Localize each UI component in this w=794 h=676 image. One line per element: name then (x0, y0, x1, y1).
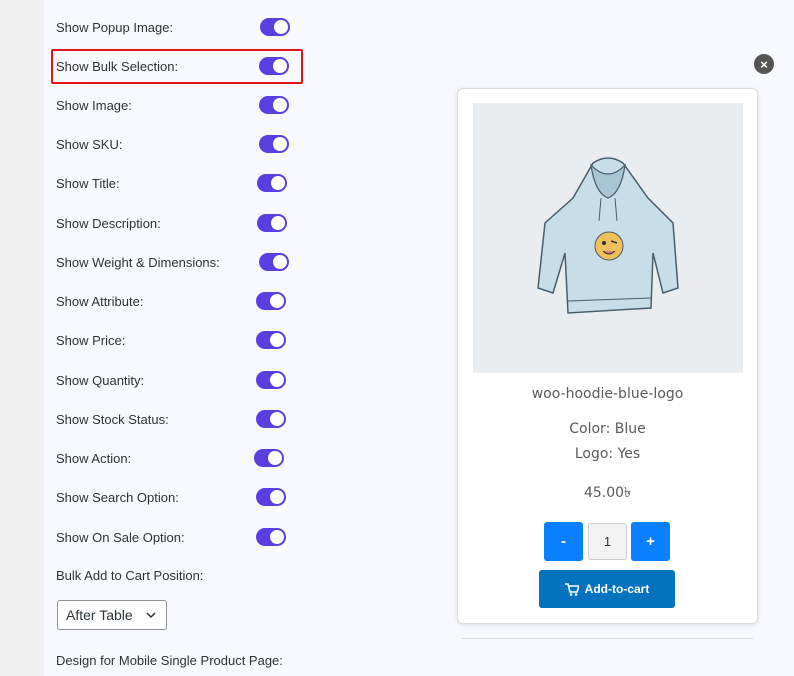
setting-row: Show SKU: (56, 134, 122, 154)
cart-icon (564, 582, 579, 596)
chevron-down-icon (146, 612, 156, 619)
setting-row: Show Quantity: (56, 370, 144, 390)
setting-row: Show Description: (56, 213, 161, 233)
toggle-switch[interactable] (256, 292, 286, 310)
setting-label: Show Stock Status: (56, 411, 169, 427)
toggle-switch[interactable] (259, 253, 289, 271)
setting-row: Show Stock Status: (56, 409, 169, 429)
setting-row: Show Action: (56, 448, 131, 468)
bulk-position-value: After Table (66, 607, 133, 623)
toggle-switch[interactable] (259, 96, 289, 114)
attribute-logo: Logo: Yes (574, 446, 641, 462)
toggle-switch[interactable] (256, 528, 286, 546)
attribute-color: Color: Blue (569, 421, 646, 437)
setting-label: Show Search Option: (56, 489, 179, 505)
setting-label: Show Attribute: (56, 293, 144, 309)
toggle-switch[interactable] (256, 410, 286, 428)
product-image (473, 103, 743, 373)
setting-row: Show On Sale Option: (56, 527, 185, 547)
product-price: 45.00৳ (583, 485, 632, 501)
setting-label: Show Weight & Dimensions: (56, 254, 220, 270)
product-title: woo-hoodie-blue-logo (531, 386, 684, 402)
divider (462, 638, 753, 639)
toggle-switch[interactable] (257, 214, 287, 232)
setting-row: Show Search Option: (56, 487, 179, 507)
close-icon[interactable]: × (754, 54, 774, 74)
qty-plus-button[interactable]: + (631, 522, 670, 561)
setting-label: Show Action: (56, 450, 132, 466)
setting-row: Show Popup Image: (56, 17, 173, 37)
setting-label: Show Image: (56, 97, 132, 113)
setting-label: Show SKU: (56, 136, 123, 152)
toggle-switch[interactable] (256, 371, 286, 389)
setting-label: Show Price: (56, 332, 126, 348)
toggle-switch[interactable] (257, 174, 287, 192)
setting-label: Show Description: (56, 215, 161, 231)
qty-input[interactable]: 1 (588, 523, 627, 560)
toggle-switch[interactable] (256, 331, 286, 349)
bulk-position-select[interactable]: After Table (57, 600, 167, 630)
bulk-position-label: Bulk Add to Cart Position: (56, 568, 204, 583)
mobile-design-label: Design for Mobile Single Product Page: (56, 653, 283, 668)
setting-row: Show Title: (56, 173, 120, 193)
setting-label: Show Quantity: (56, 372, 145, 388)
toggle-switch[interactable] (259, 135, 289, 153)
add-to-cart-label: Add-to-cart (584, 582, 650, 596)
toggle-switch[interactable] (256, 488, 286, 506)
setting-row: Show Attribute: (56, 291, 143, 311)
toggle-switch[interactable] (254, 449, 284, 467)
setting-row: Show Weight & Dimensions: (56, 252, 220, 272)
highlight-box (51, 49, 303, 84)
setting-label: Show Title: (56, 175, 120, 191)
setting-label: Show On Sale Option: (56, 529, 185, 545)
setting-label: Show Popup Image: (56, 19, 174, 35)
toggle-switch[interactable] (260, 18, 290, 36)
qty-minus-button[interactable]: - (544, 522, 583, 561)
add-to-cart-button[interactable]: Add-to-cart (539, 570, 675, 608)
setting-row: Show Price: (56, 330, 125, 350)
setting-row: Show Image: (56, 95, 132, 115)
hoodie-illustration (537, 157, 679, 314)
